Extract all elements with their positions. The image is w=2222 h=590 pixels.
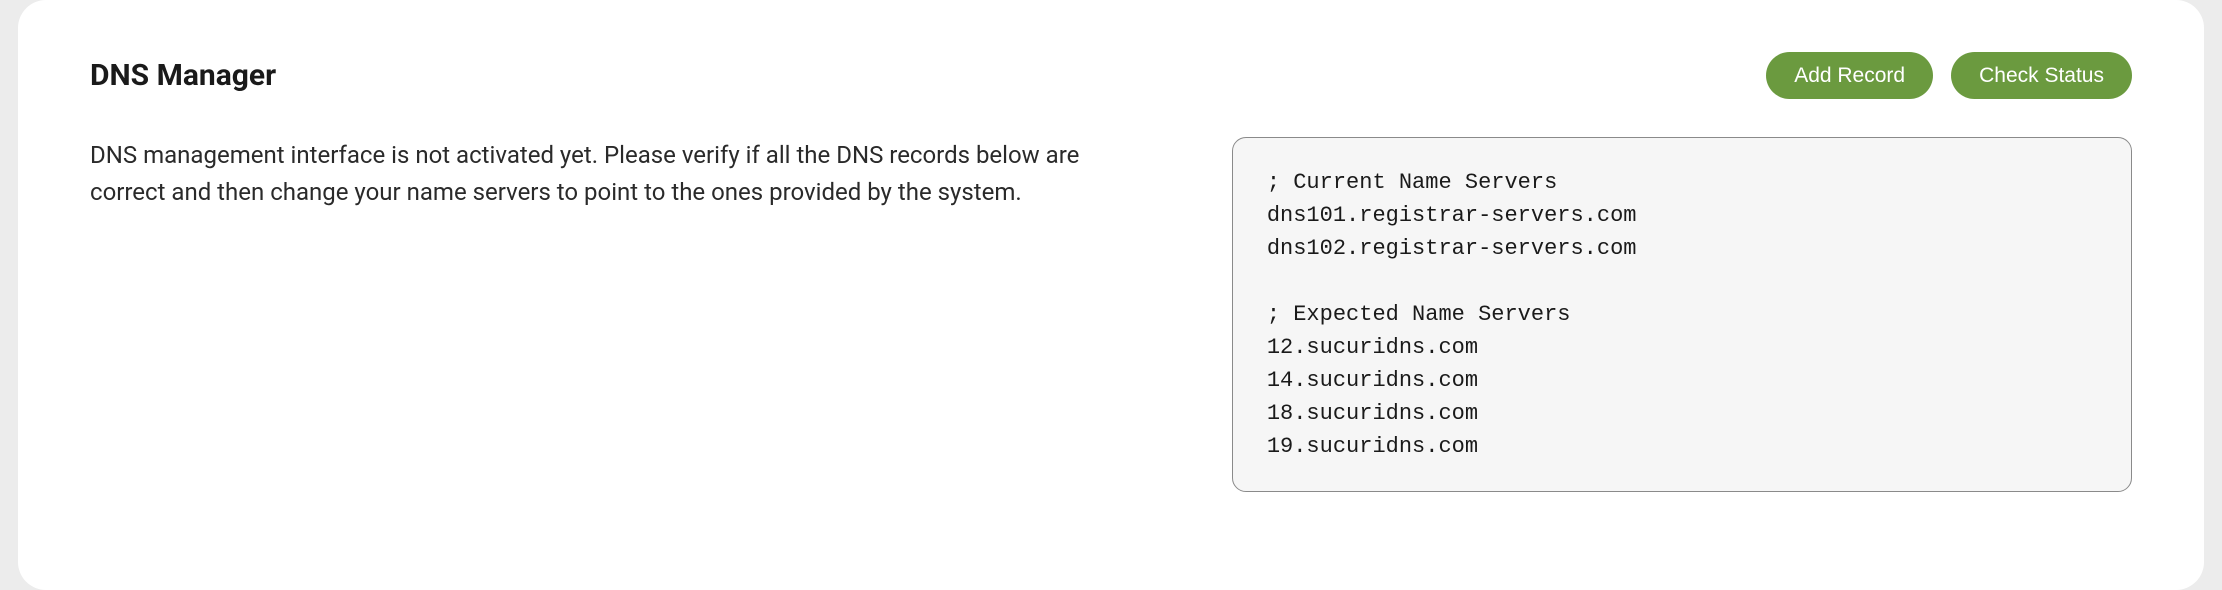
check-status-button[interactable]: Check Status xyxy=(1951,52,2132,99)
header-row: DNS Manager Add Record Check Status xyxy=(90,52,2132,99)
expected-ns-1: 14.sucuridns.com xyxy=(1267,368,1478,393)
button-group: Add Record Check Status xyxy=(1766,52,2132,99)
content-row: DNS management interface is not activate… xyxy=(90,137,2132,492)
page-title: DNS Manager xyxy=(90,58,276,93)
expected-ns-2: 18.sucuridns.com xyxy=(1267,401,1478,426)
current-ns-1: dns102.registrar-servers.com xyxy=(1267,236,1637,261)
dns-manager-card: DNS Manager Add Record Check Status DNS … xyxy=(18,0,2204,590)
current-ns-0: dns101.registrar-servers.com xyxy=(1267,203,1637,228)
nameservers-code-block: ; Current Name Servers dns101.registrar-… xyxy=(1232,137,2132,492)
current-comment: ; Current Name Servers xyxy=(1267,170,1557,195)
description-text: DNS management interface is not activate… xyxy=(90,137,1152,211)
expected-comment: ; Expected Name Servers xyxy=(1267,302,1571,327)
add-record-button[interactable]: Add Record xyxy=(1766,52,1933,99)
expected-ns-3: 19.sucuridns.com xyxy=(1267,434,1478,459)
expected-ns-0: 12.sucuridns.com xyxy=(1267,335,1478,360)
